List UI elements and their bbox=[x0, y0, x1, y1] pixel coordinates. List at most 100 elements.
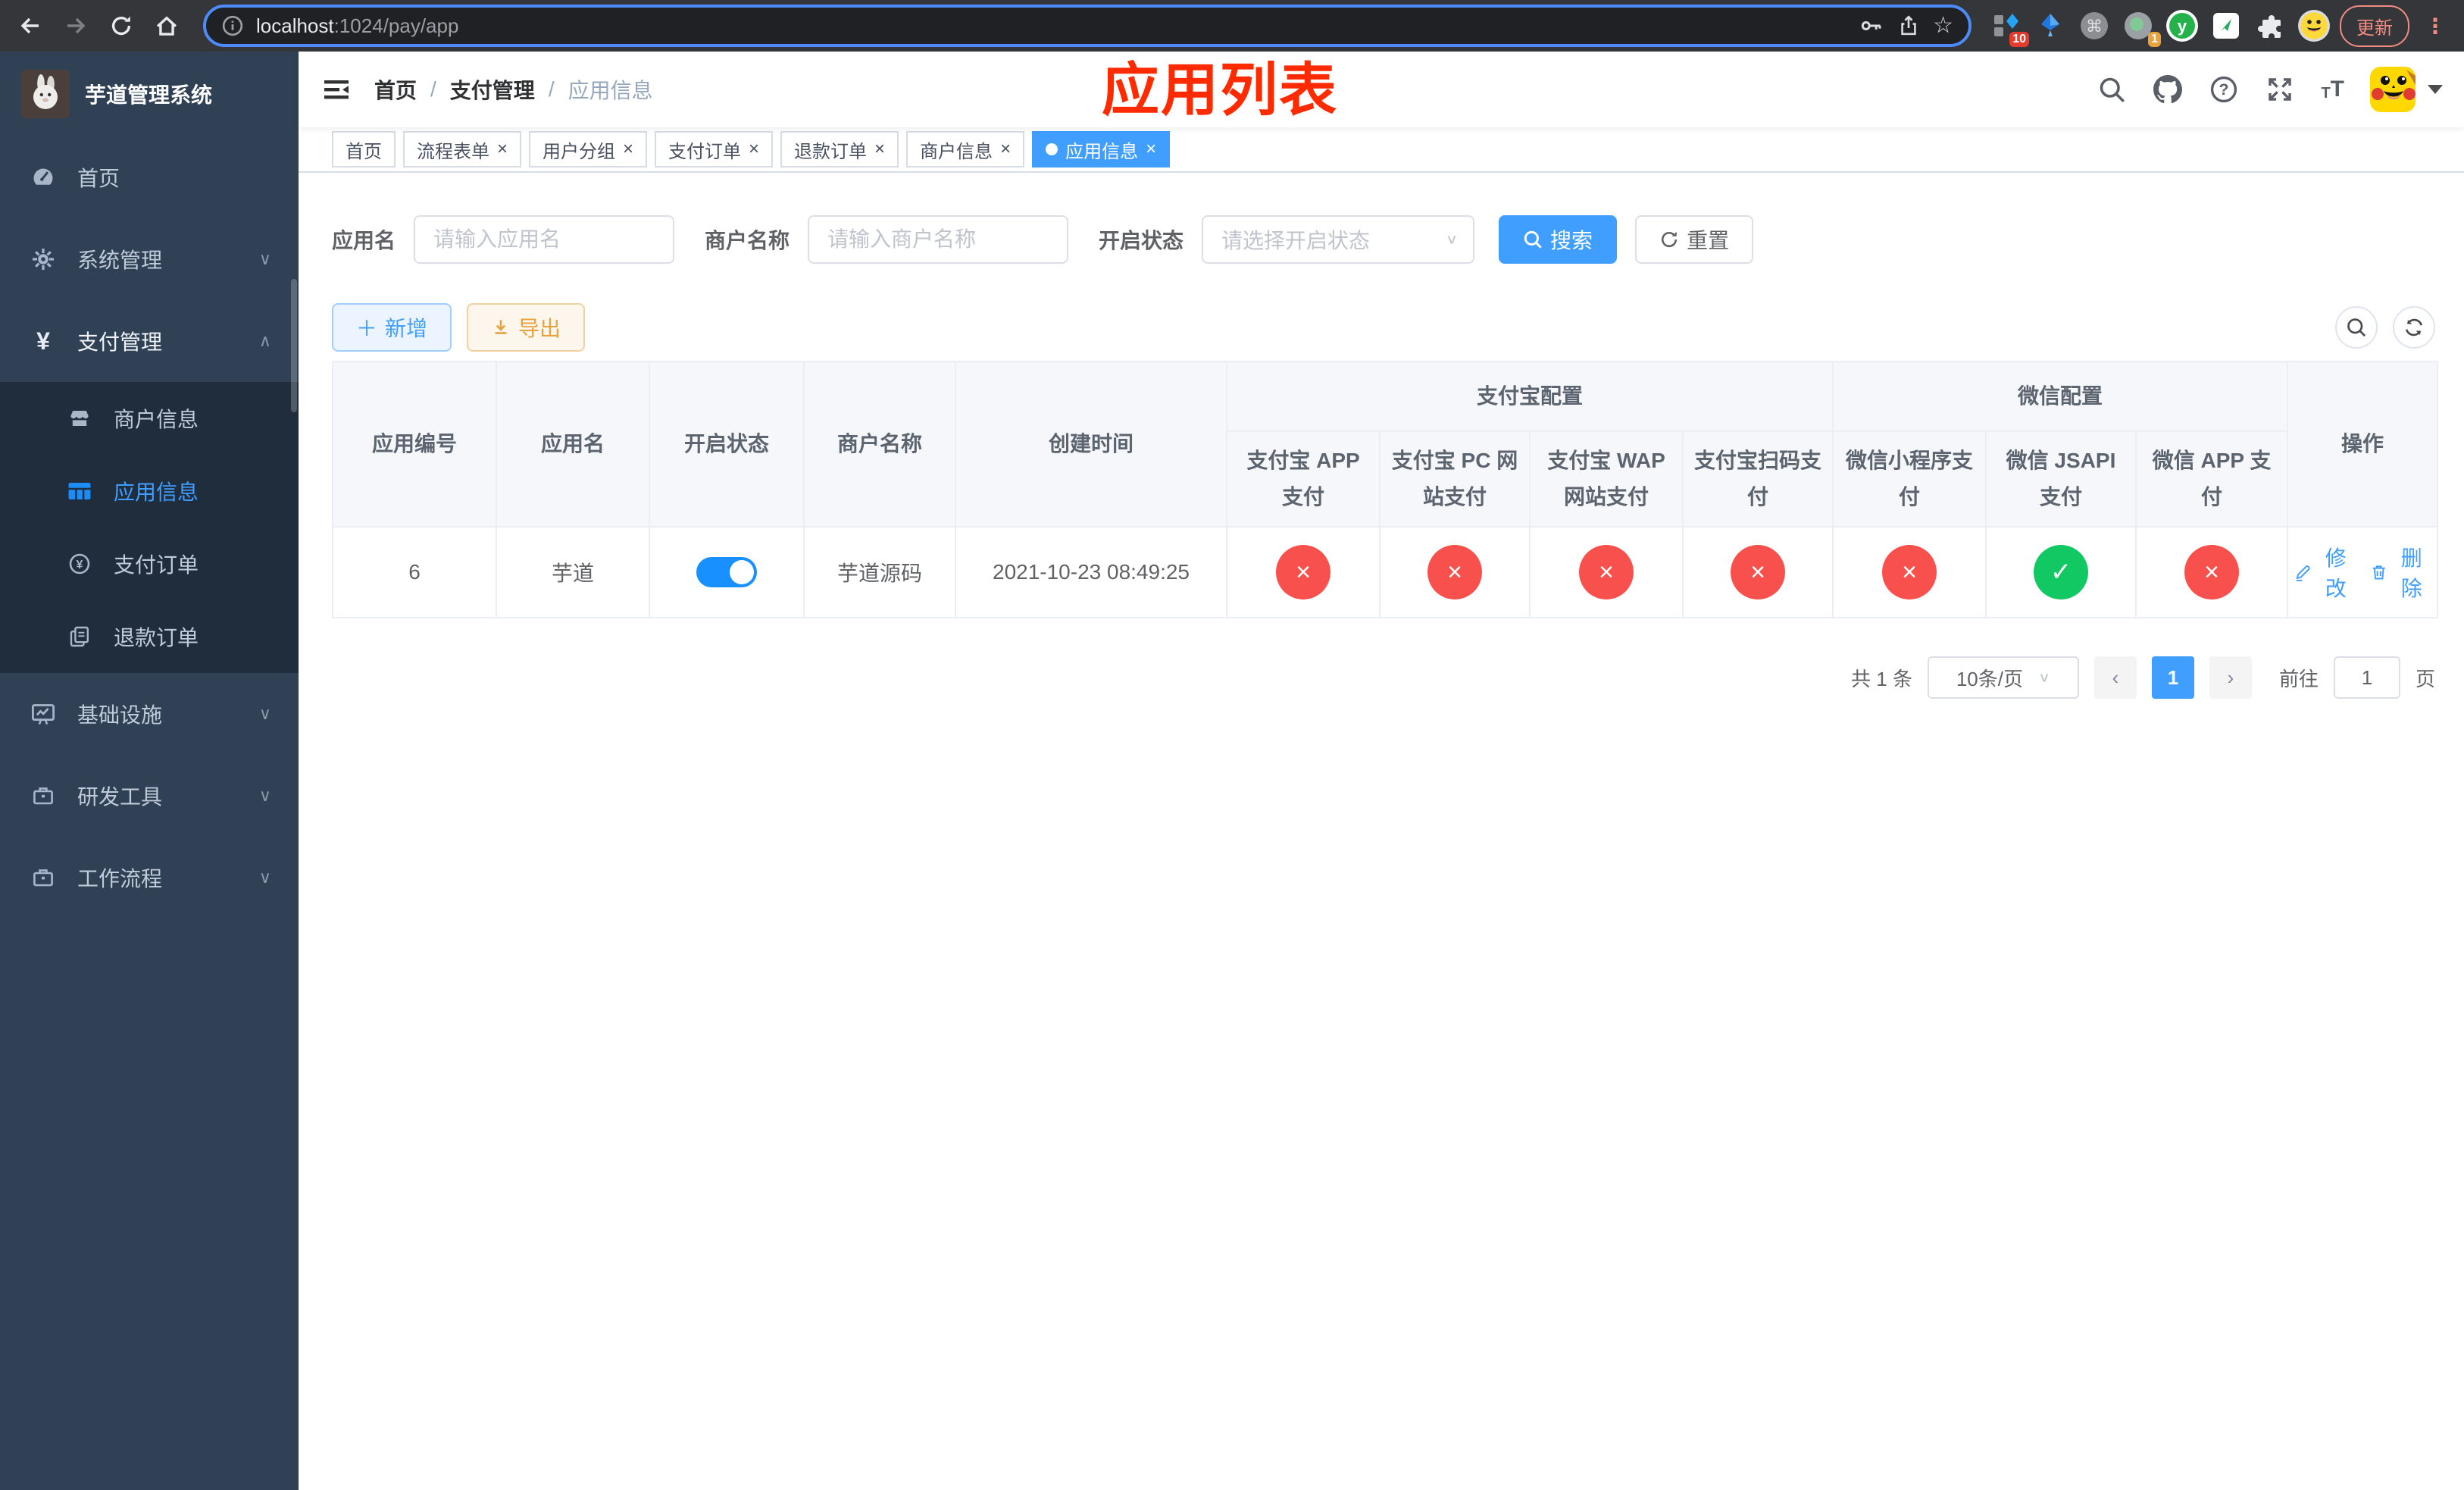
merchant-name-input[interactable] bbox=[808, 215, 1069, 264]
edit-link-label: 修改 bbox=[2325, 546, 2347, 600]
download-icon bbox=[495, 320, 507, 334]
refresh-table-button[interactable] bbox=[2393, 306, 2435, 349]
svg-text:⌘: ⌘ bbox=[2086, 17, 2103, 36]
extension-emoji-icon[interactable] bbox=[2297, 9, 2331, 42]
extension-y-icon[interactable]: y bbox=[2165, 9, 2199, 42]
chevron-down-icon: ∨ bbox=[258, 786, 271, 805]
close-icon[interactable]: × bbox=[1000, 140, 1011, 158]
tab-process-form[interactable]: 流程表单 × bbox=[403, 131, 522, 167]
sidebar-item-infrastructure[interactable]: 基础设施 ∨ bbox=[0, 673, 299, 755]
sidebar-item-label: 工作流程 bbox=[77, 867, 163, 891]
next-page-button[interactable]: › bbox=[2209, 656, 2252, 699]
chevron-down-icon: ∨ bbox=[258, 249, 271, 268]
edit-link[interactable]: 修改 bbox=[2294, 542, 2355, 603]
svg-text:¥: ¥ bbox=[77, 559, 83, 571]
sidebar-item-merchant-info[interactable]: 商户信息 bbox=[0, 382, 299, 455]
sidebar-item-app-info[interactable]: 应用信息 bbox=[0, 455, 299, 527]
extension-tabs-icon[interactable]: 10 bbox=[1990, 9, 2029, 47]
dashboard-icon bbox=[30, 164, 56, 190]
url-bar[interactable]: localhost:1024/pay/app ☆ bbox=[203, 5, 1972, 47]
browser-home-button[interactable] bbox=[149, 8, 185, 44]
collapse-sidebar-icon[interactable] bbox=[320, 73, 353, 106]
status-icon: × bbox=[1276, 545, 1330, 599]
add-button[interactable]: ＋ 新增 bbox=[332, 303, 452, 352]
cell-wechat-app: × bbox=[2135, 526, 2289, 618]
breadcrumb-current: 应用信息 bbox=[568, 79, 653, 102]
tab-home[interactable]: 首页 bbox=[332, 131, 396, 167]
extension-puzzle-icon[interactable] bbox=[2253, 9, 2287, 42]
status-icon: × bbox=[1579, 545, 1634, 599]
tab-pay-orders[interactable]: 支付订单 × bbox=[655, 131, 774, 167]
cell-created-at: 2021-10-23 08:49:25 bbox=[955, 526, 1227, 618]
page-size-select[interactable]: 10条/页 ∨ bbox=[1927, 656, 2079, 699]
chevron-up-icon: ∧ bbox=[258, 331, 271, 350]
app-name-input[interactable] bbox=[414, 215, 675, 264]
fullscreen-icon[interactable] bbox=[2265, 74, 2295, 105]
tab-user-group[interactable]: 用户分组 × bbox=[529, 131, 648, 167]
extension-notes-icon[interactable] bbox=[2209, 9, 2243, 42]
cell-app-id: 6 bbox=[332, 526, 497, 618]
user-menu[interactable] bbox=[2370, 67, 2443, 112]
close-icon[interactable]: × bbox=[623, 140, 633, 158]
password-key-icon[interactable] bbox=[1859, 13, 1884, 39]
breadcrumb-separator: / bbox=[548, 77, 555, 101]
yen-icon: ¥ bbox=[36, 327, 50, 355]
reset-button[interactable]: 重置 bbox=[1635, 215, 1754, 264]
tab-app-info[interactable]: 应用信息 × bbox=[1032, 131, 1171, 167]
sidebar-item-pay-orders[interactable]: ¥ 支付订单 bbox=[0, 527, 299, 600]
site-info-icon[interactable] bbox=[221, 14, 244, 37]
sidebar-item-label: 研发工具 bbox=[77, 785, 163, 809]
browser-forward-button[interactable] bbox=[58, 8, 94, 44]
search-button[interactable]: 搜索 bbox=[1499, 215, 1618, 264]
browser-reload-button[interactable] bbox=[103, 8, 139, 44]
enabled-toggle[interactable] bbox=[696, 557, 757, 587]
extension-record-icon[interactable]: 1 bbox=[2122, 9, 2161, 47]
close-icon[interactable]: × bbox=[874, 140, 885, 158]
sidebar-item-home[interactable]: 首页 bbox=[0, 136, 299, 218]
bookmark-star-icon[interactable]: ☆ bbox=[1933, 14, 1953, 37]
github-icon[interactable] bbox=[2153, 74, 2183, 105]
share-icon[interactable] bbox=[1896, 14, 1921, 38]
tab-merchant-info[interactable]: 商户信息 × bbox=[906, 131, 1025, 167]
app-title: 芋道管理系统 bbox=[85, 83, 213, 107]
browser-chrome: localhost:1024/pay/app ☆ 10 ⌘ 1 y 更新 ⋮ bbox=[0, 0, 2464, 52]
prev-page-button[interactable]: ‹ bbox=[2093, 656, 2137, 699]
sidebar-item-refund-orders[interactable]: 退款订单 bbox=[0, 600, 299, 673]
toggle-search-button[interactable] bbox=[2335, 306, 2378, 349]
font-size-icon[interactable]: TT bbox=[2321, 78, 2344, 102]
column-header: 微信 JSAPI 支付 bbox=[1985, 430, 2137, 527]
browser-back-button[interactable] bbox=[12, 8, 48, 44]
page-number-button[interactable]: 1 bbox=[2151, 656, 2194, 699]
url-text[interactable]: localhost:1024/pay/app bbox=[256, 14, 1846, 38]
browser-update-button[interactable]: 更新 bbox=[2340, 5, 2409, 47]
sidebar-item-payment[interactable]: ¥ 支付管理 ∧ bbox=[0, 300, 299, 382]
column-header: 支付宝扫码支付 bbox=[1681, 430, 1834, 527]
goto-label: 前往 bbox=[2278, 667, 2319, 690]
extension-kite-icon[interactable] bbox=[2034, 9, 2067, 42]
edit-pencil-icon bbox=[2296, 565, 2310, 581]
breadcrumb-home[interactable]: 首页 bbox=[374, 74, 417, 105]
sidebar-item-workflow[interactable]: 工作流程 ∨ bbox=[0, 837, 299, 919]
sidebar-item-dev-tools[interactable]: 研发工具 ∨ bbox=[0, 755, 299, 837]
close-icon[interactable]: × bbox=[1146, 140, 1156, 158]
close-icon[interactable]: × bbox=[497, 140, 508, 158]
sidebar-item-system[interactable]: 系统管理 ∨ bbox=[0, 218, 299, 300]
sidebar-item-label: 商户信息 bbox=[114, 408, 199, 431]
tab-refund-orders[interactable]: 退款订单 × bbox=[780, 131, 899, 167]
status-select[interactable]: 请选择开启状态 ∨ bbox=[1202, 215, 1475, 264]
browser-menu-icon[interactable]: ⋮ bbox=[2419, 14, 2452, 39]
delete-link[interactable]: 删除 bbox=[2370, 542, 2431, 603]
sidebar-logo[interactable]: 芋道管理系统 bbox=[0, 52, 299, 136]
goto-page-input[interactable] bbox=[2333, 656, 2400, 699]
table-grid-icon bbox=[67, 478, 92, 504]
sidebar-scrollbar[interactable] bbox=[291, 279, 297, 412]
status-icon: ✓ bbox=[2034, 545, 2089, 599]
extension-command-icon[interactable]: ⌘ bbox=[2078, 9, 2111, 42]
export-button[interactable]: 导出 bbox=[467, 303, 586, 352]
close-icon[interactable]: × bbox=[749, 140, 759, 158]
breadcrumb-payment[interactable]: 支付管理 bbox=[450, 74, 535, 105]
caret-down-icon bbox=[2428, 85, 2443, 94]
header-search-icon[interactable] bbox=[2097, 74, 2127, 105]
page-annotation: 应用列表 bbox=[1102, 58, 1338, 123]
help-icon[interactable]: ? bbox=[2209, 74, 2239, 105]
